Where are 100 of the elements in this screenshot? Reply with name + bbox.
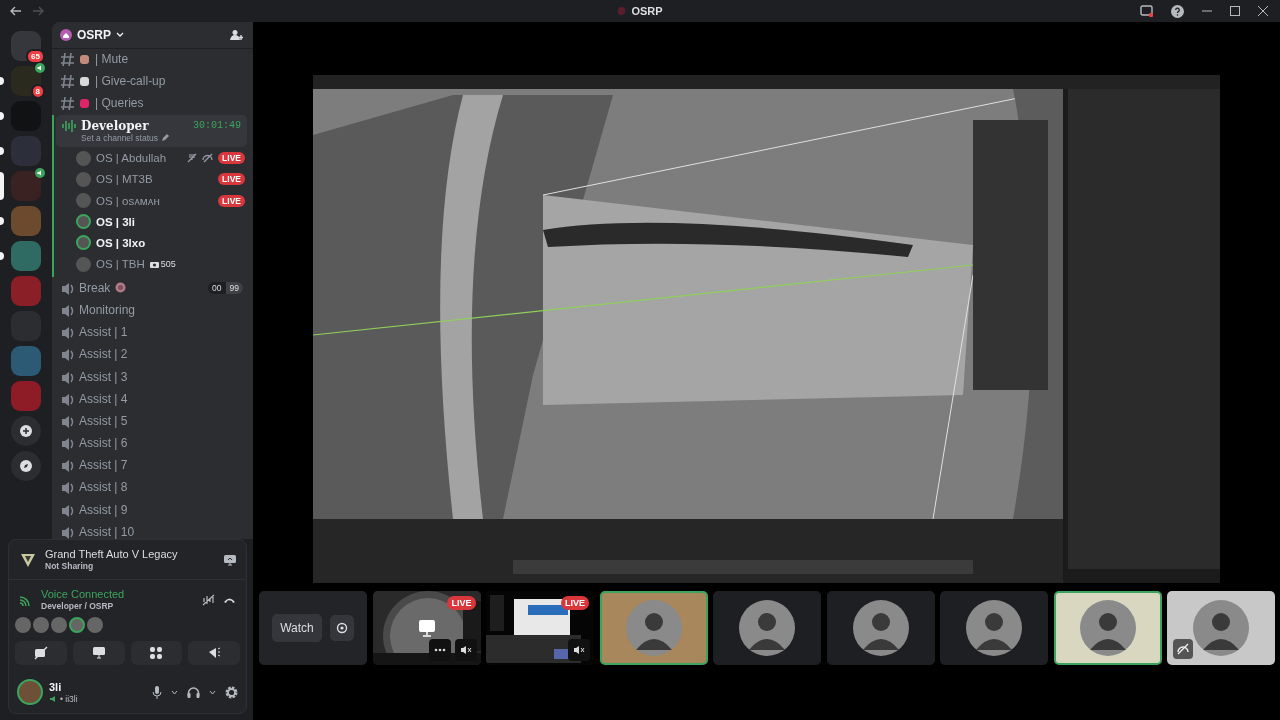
- avatar: [1193, 600, 1249, 656]
- headphones-icon[interactable]: [187, 686, 200, 698]
- close-icon[interactable]: [1258, 6, 1268, 16]
- member-name[interactable]: OS | TBH: [96, 258, 145, 271]
- chevron-down-icon[interactable]: [171, 689, 178, 695]
- voice-channel[interactable]: Assist | 10: [52, 520, 247, 539]
- member-name[interactable]: OS | MT3B: [96, 173, 153, 186]
- voice-channel[interactable]: Assist | 4: [52, 387, 247, 410]
- server-icon[interactable]: [11, 171, 41, 201]
- user-tag: • ii3li: [60, 693, 78, 704]
- live-badge: LIVE: [218, 173, 245, 186]
- mention-badge: 65: [26, 49, 45, 64]
- hash-icon: [60, 52, 74, 67]
- avatar[interactable]: [69, 617, 85, 633]
- camera-button[interactable]: [15, 641, 67, 665]
- user-limit: 00 99: [208, 281, 243, 294]
- maximize-icon[interactable]: [1230, 6, 1240, 16]
- participant-tile[interactable]: [1053, 591, 1162, 665]
- channel-status[interactable]: Set a channel status: [81, 132, 159, 143]
- compass-icon: [20, 460, 32, 472]
- voice-channel[interactable]: Monitoring: [52, 298, 247, 322]
- participant-tile[interactable]: [599, 591, 708, 665]
- channel-name: Monitoring: [79, 302, 136, 317]
- share-screen-icon[interactable]: [224, 553, 236, 566]
- server-name[interactable]: OSRP: [77, 28, 111, 42]
- voice-channel[interactable]: Assist | 5: [52, 409, 247, 432]
- hash-icon: [60, 74, 74, 89]
- preview-button[interactable]: [329, 615, 354, 641]
- speaker-muted-icon: [459, 645, 472, 655]
- voice-channel[interactable]: Assist | 2: [52, 343, 247, 366]
- monitor-icon: [416, 618, 437, 638]
- voice-channel[interactable]: Developer 30:01:49 Set a channel status: [56, 114, 247, 147]
- discover-button[interactable]: [11, 451, 41, 481]
- settings-icon[interactable]: [225, 685, 238, 699]
- avatar[interactable]: [33, 617, 49, 633]
- help-icon[interactable]: [1171, 4, 1184, 18]
- participant-tile[interactable]: [940, 591, 1048, 665]
- participant-tile[interactable]: [1167, 591, 1275, 665]
- member-name[interactable]: OS | ᴏsᴀᴍᴀʜ: [96, 194, 160, 207]
- speaker-icon: [60, 280, 74, 295]
- avatar: [76, 256, 91, 272]
- avatar[interactable]: [51, 617, 67, 633]
- channel-name: | Mute: [95, 52, 129, 67]
- speaker-icon: [60, 436, 74, 451]
- live-badge: LIVE: [447, 596, 476, 610]
- add-server-button[interactable]: [11, 416, 41, 446]
- avatar[interactable]: [87, 617, 103, 633]
- server-icon: [617, 7, 626, 15]
- server-icon[interactable]: [11, 66, 41, 96]
- stream-tile[interactable]: LIVE: [372, 591, 481, 665]
- channel-name: Assist | 5: [79, 413, 128, 428]
- camera-icon: [149, 260, 159, 269]
- speaker-icon: [60, 502, 74, 517]
- member-name[interactable]: OS | 3lxo: [96, 236, 146, 249]
- activities-button[interactable]: [130, 641, 183, 665]
- more-button[interactable]: [428, 639, 451, 661]
- text-channel[interactable]: | Queries: [52, 92, 247, 115]
- voice-channel[interactable]: Assist | 6: [52, 432, 247, 455]
- member-name[interactable]: OS | Abdullah: [96, 152, 167, 165]
- back-arrow-icon[interactable]: [10, 6, 22, 16]
- mute-button[interactable]: [454, 639, 477, 661]
- stream-tile[interactable]: LIVE: [486, 591, 594, 665]
- avatar[interactable]: [15, 617, 31, 633]
- watch-button[interactable]: Watch: [272, 614, 322, 642]
- voice-channel[interactable]: Break 00 99: [52, 276, 247, 299]
- microphone-icon[interactable]: [152, 685, 162, 699]
- participant-tile[interactable]: [826, 591, 935, 665]
- hash-icon: [60, 96, 74, 111]
- invite-icon[interactable]: [230, 29, 243, 41]
- speaker-icon: [60, 302, 74, 317]
- mute-button[interactable]: [568, 639, 590, 661]
- avatar: [739, 600, 795, 656]
- soundboard-button[interactable]: [188, 641, 240, 665]
- speaker-icon: [60, 325, 74, 340]
- avatar: [76, 235, 91, 251]
- pencil-icon: [161, 133, 170, 142]
- text-channel[interactable]: | Give-call-up: [52, 70, 247, 93]
- chevron-down-icon[interactable]: [209, 689, 216, 695]
- live-badge: LIVE: [218, 194, 245, 207]
- deafened-icon: [202, 153, 214, 164]
- avatar[interactable]: [17, 679, 43, 705]
- live-badge: LIVE: [218, 152, 245, 165]
- screen-share-button[interactable]: [72, 641, 125, 665]
- voice-channel[interactable]: Assist | 3: [52, 365, 247, 388]
- channel-name: Assist | 8: [79, 480, 128, 495]
- speaker-muted-icon: [573, 645, 585, 655]
- member-name[interactable]: OS | 3li: [96, 215, 135, 228]
- speaker-icon: [49, 694, 57, 703]
- inbox-icon[interactable]: [1140, 5, 1153, 17]
- text-channel[interactable]: | Mute: [52, 48, 247, 71]
- voice-location[interactable]: Developer / OSRP: [41, 601, 194, 611]
- participant-tile[interactable]: [713, 591, 821, 665]
- speaker-icon: [60, 413, 74, 428]
- speaker-icon: [60, 369, 74, 384]
- voice-channel[interactable]: Assist | 9: [52, 498, 247, 521]
- noise-suppression-icon[interactable]: [202, 593, 215, 606]
- voice-channel[interactable]: Assist | 7: [52, 454, 247, 477]
- voice-channel[interactable]: Assist | 8: [52, 476, 247, 499]
- voice-channel[interactable]: Assist | 1: [52, 321, 247, 344]
- stream-tile[interactable]: Watch: [259, 591, 367, 665]
